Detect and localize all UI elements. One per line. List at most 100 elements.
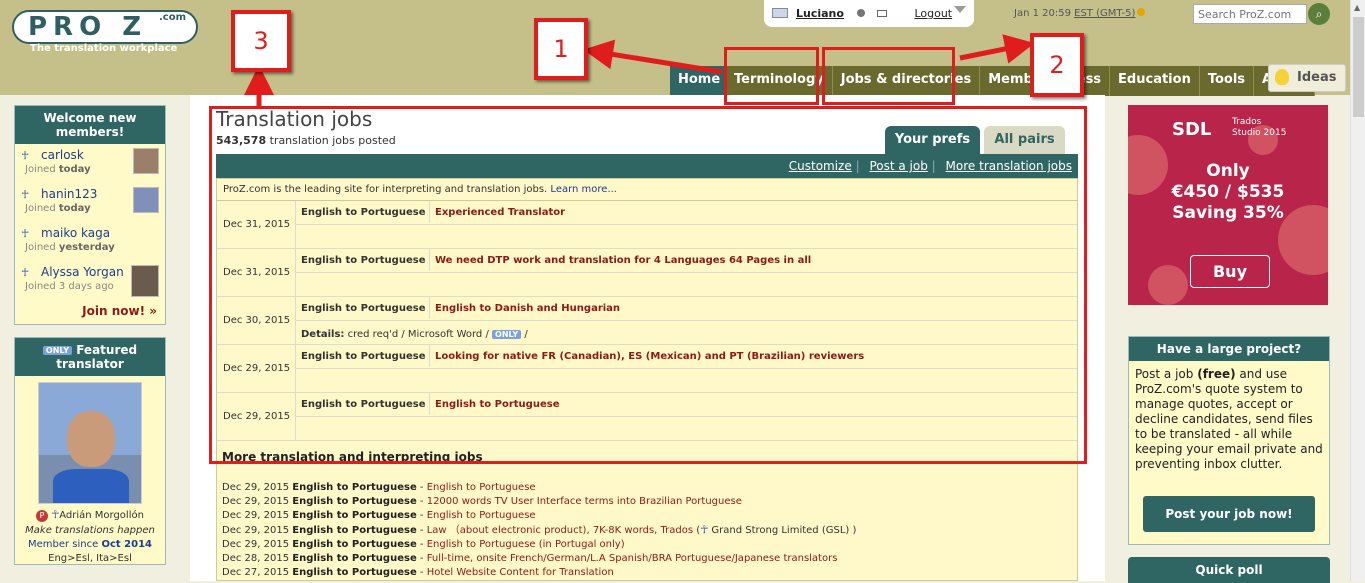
photo-shirt xyxy=(53,469,129,503)
ad-brand: SDL xyxy=(1172,119,1212,140)
only-badge: ONLY xyxy=(42,346,73,355)
job-pair: English to Portuguese xyxy=(292,525,417,536)
right-column: SDL Trados Studio 2015 Only €450 / $535 Sa… xyxy=(1128,105,1330,583)
separator: - xyxy=(416,496,427,507)
ideas-label: Ideas xyxy=(1297,70,1337,85)
lightbulb-icon xyxy=(1275,69,1289,85)
featured-title: ONLY Featured translator xyxy=(15,338,165,376)
project-title: Have a large project? xyxy=(1129,337,1329,361)
status-icon[interactable] xyxy=(857,9,866,17)
dropdown-caret-icon[interactable] xyxy=(954,6,966,13)
featured-name-link[interactable]: Adrián Morgollón xyxy=(59,510,144,521)
job-pair: English to Portuguese xyxy=(292,539,417,550)
warning-icon xyxy=(1137,8,1146,16)
featured-photo[interactable] xyxy=(38,382,142,504)
list-item[interactable]: Dec 27, 2015 English to Portuguese - Hot… xyxy=(222,566,856,580)
welcome-box: Welcome new members! ☥ carlosk Joined tod… xyxy=(14,105,166,325)
joined-label: Joined xyxy=(25,242,56,253)
join-now-link[interactable]: Join now! » xyxy=(15,300,165,324)
featured-since: Member since Oct 2014 xyxy=(15,539,165,550)
list-item[interactable]: Dec 29, 2015 English to Portuguese - Law… xyxy=(222,523,856,538)
person-icon: ☥ xyxy=(21,149,30,162)
job-company: Grand Strong Limited (GSL) ) xyxy=(708,525,857,536)
scrollbar-thumb[interactable] xyxy=(1353,17,1364,117)
project-text: Post a job (free) and use ProZ.com's quo… xyxy=(1129,361,1329,480)
scroll-up-icon[interactable]: ▲ xyxy=(1354,3,1360,12)
job-title-link[interactable]: 12000 words TV User Interface terms into… xyxy=(427,496,742,507)
member-joined: Joined 3 days ago xyxy=(21,281,114,292)
annotation-label-1: 1 xyxy=(534,18,588,80)
list-item: ☥ hanin123 Joined today xyxy=(15,183,165,222)
job-title-link[interactable]: Law （about electronic product), 7K-8K wo… xyxy=(427,525,700,536)
scrollbar[interactable]: ▲ xyxy=(1350,0,1365,581)
ad-offer-line: €450 / $535 xyxy=(1171,182,1285,202)
job-pair: English to Portuguese xyxy=(292,567,417,578)
search-input[interactable] xyxy=(1193,4,1307,24)
joined-when: yesterday xyxy=(58,242,115,253)
annotation-label-3: 3 xyxy=(231,10,291,72)
member-link[interactable]: carlosk xyxy=(29,148,84,162)
job-title-link[interactable]: Hotel Website Content for Translation xyxy=(427,567,614,578)
username-link[interactable]: Luciano xyxy=(796,7,844,20)
sdl-ad-banner[interactable]: SDL Trados Studio 2015 Only €450 / $535 Sa… xyxy=(1128,105,1328,305)
separator: - xyxy=(416,539,427,550)
logo-com: .com xyxy=(158,12,186,23)
avatar[interactable] xyxy=(131,265,159,297)
avatar[interactable] xyxy=(772,8,788,18)
more-jobs-list: Dec 29, 2015 English to Portuguese - Eng… xyxy=(222,481,856,580)
proz-logo[interactable]: PRO Z .com xyxy=(12,10,198,44)
since-date: Oct 2014 xyxy=(101,539,152,550)
ad-offer-line: Only xyxy=(1206,161,1250,181)
welcome-title: Welcome new members! xyxy=(15,106,165,144)
annotation-box-jobs-panel xyxy=(209,106,1087,464)
ideas-button[interactable]: Ideas xyxy=(1268,64,1346,92)
annotation-box-jobs xyxy=(822,47,955,105)
ad-product: Trados Studio 2015 xyxy=(1232,117,1287,138)
person-icon: ☥ xyxy=(700,523,709,536)
list-item: ☥ maiko kaga Joined yesterday xyxy=(15,222,165,261)
separator: - xyxy=(416,525,427,536)
timezone-link[interactable]: EST (GMT-5) xyxy=(1074,8,1135,19)
avatar[interactable] xyxy=(133,187,159,213)
list-item[interactable]: Dec 29, 2015 English to Portuguese - Eng… xyxy=(222,509,856,523)
member-joined: Joined today xyxy=(21,203,91,214)
list-item[interactable]: Dec 29, 2015 English to Portuguese - Eng… xyxy=(222,538,856,552)
member-link[interactable]: hanin123 xyxy=(29,187,97,201)
job-date: Dec 29, 2015 xyxy=(222,539,290,550)
separator: - xyxy=(416,567,427,578)
member-link[interactable]: Alyssa Yorgan xyxy=(29,265,124,279)
job-date: Dec 29, 2015 xyxy=(222,525,290,536)
featured-pairs: Eng>Esl, Ita>Esl xyxy=(48,553,132,564)
p-badge: P xyxy=(36,510,49,522)
tagline: The translation workplace xyxy=(30,43,178,54)
since-prefix: Member since xyxy=(27,539,99,550)
avatar[interactable] xyxy=(133,148,159,174)
job-date: Dec 28, 2015 xyxy=(222,553,290,564)
job-title-link[interactable]: English to Portuguese xyxy=(427,482,536,493)
list-item[interactable]: Dec 29, 2015 English to Portuguese - Eng… xyxy=(222,481,856,495)
buy-button[interactable]: Buy xyxy=(1190,255,1270,288)
tab-education[interactable]: Education xyxy=(1110,66,1200,96)
job-title-link[interactable]: Full-time, onsite French/German/L.A Span… xyxy=(427,553,838,564)
job-pair: English to Portuguese xyxy=(292,496,417,507)
list-item[interactable]: Dec 29, 2015 English to Portuguese - 120… xyxy=(222,495,856,509)
joined-when: today xyxy=(58,164,91,175)
list-item[interactable]: Dec 28, 2015 English to Portuguese - Ful… xyxy=(222,552,856,566)
post-job-button[interactable]: Post your job now! xyxy=(1143,496,1315,532)
ad-offer: Only €450 / $535 Saving 35% xyxy=(1128,161,1328,224)
member-link[interactable]: maiko kaga xyxy=(29,226,110,240)
job-title-link[interactable]: English to Portuguese xyxy=(427,510,536,521)
mail-icon[interactable] xyxy=(876,10,887,17)
separator: - xyxy=(416,510,427,521)
job-date: Dec 29, 2015 xyxy=(222,482,290,493)
job-title-link[interactable]: English to Portuguese (in Portugal only) xyxy=(427,539,625,550)
logout-link[interactable]: Logout xyxy=(914,7,952,20)
project-text-b: and use ProZ.com's quote system to manag… xyxy=(1135,367,1323,471)
tab-home[interactable]: Home xyxy=(670,66,726,96)
search-icon[interactable]: ⌕ xyxy=(1308,3,1330,25)
joined-when: today xyxy=(58,203,91,214)
tab-tools[interactable]: Tools xyxy=(1199,66,1255,96)
list-item: ☥ carlosk Joined today xyxy=(15,144,165,183)
job-pair: English to Portuguese xyxy=(292,510,417,521)
member-joined: Joined yesterday xyxy=(21,242,115,253)
